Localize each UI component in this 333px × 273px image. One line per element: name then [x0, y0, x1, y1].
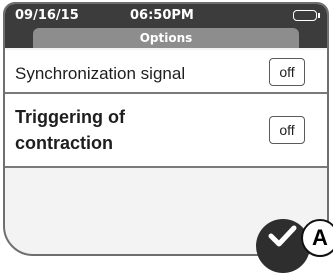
callout-label: A — [301, 219, 333, 257]
option-label: Triggering of contraction — [15, 104, 125, 156]
page-title: Options — [33, 28, 299, 48]
option-label: Synchronization signal — [15, 64, 186, 83]
triggering-toggle[interactable]: off — [269, 116, 305, 144]
status-date: 09/16/15 — [15, 8, 79, 23]
status-time: 06:50PM — [130, 8, 194, 23]
device-screen: 09/16/15 06:50PM Options Synchronization… — [3, 2, 329, 256]
option-row-synchronization[interactable]: Synchronization signal off — [5, 50, 327, 94]
synchronization-toggle[interactable]: off — [269, 58, 305, 86]
option-label-line-1: Triggering of — [15, 107, 125, 127]
battery-icon — [293, 10, 320, 21]
checkmark-icon — [268, 225, 297, 247]
option-row-triggering[interactable]: Triggering of contraction off — [5, 94, 327, 168]
option-label-line-2: contraction — [15, 133, 114, 153]
status-bar: 09/16/15 06:50PM — [5, 4, 327, 28]
header-bar: Options — [5, 28, 327, 48]
